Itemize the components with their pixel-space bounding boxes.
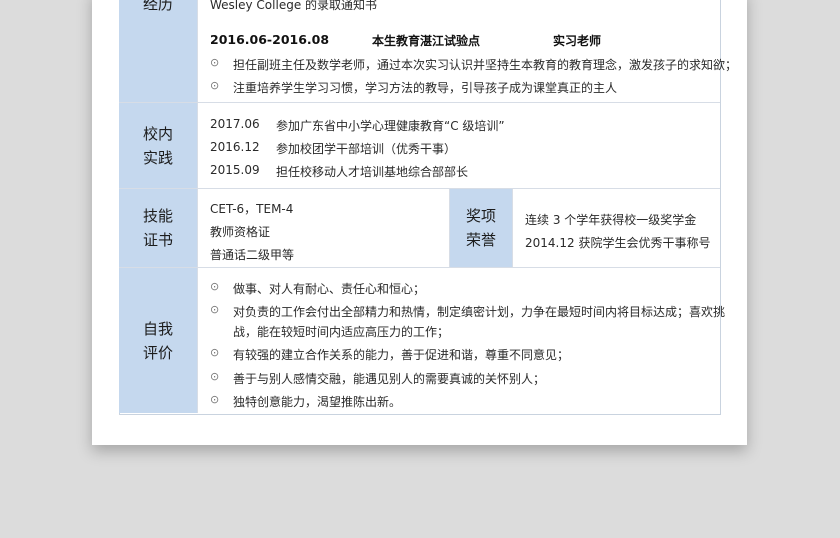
section-label-campus: 校内 实践 <box>119 103 197 188</box>
experience-period: 2016.06-2016.08 <box>210 32 330 47</box>
skill-item: CET-6，TEM-4 <box>210 202 294 216</box>
bullet-icon: ⊙ <box>210 303 220 316</box>
skill-item: 普通话二级甲等 <box>210 248 295 262</box>
self-eval-label-1: 自我 <box>142 319 173 338</box>
self-eval-bullet: 对负责的工作会付出全部精力和热情，制定缜密计划，力争在最短时间内将目标达成；喜欢… <box>233 305 726 319</box>
row-divider <box>119 102 720 103</box>
award-item: 2014.12 获院学生会优秀干事称号 <box>525 236 711 250</box>
campus-date: 2016.12 <box>210 140 260 154</box>
awards-label-1: 奖项 <box>465 207 496 225</box>
campus-label-2: 实践 <box>142 148 173 167</box>
bullet-icon: ⊙ <box>210 393 220 406</box>
column-divider <box>197 0 198 413</box>
experience-bullet: 担任副班主任及数学老师，通过本次实习认识并坚持生本教育的教育理念，激发孩子的求知… <box>233 58 738 72</box>
bullet-icon: ⊙ <box>210 346 220 359</box>
self-eval-label-2: 评价 <box>142 343 173 362</box>
column-divider <box>449 189 450 267</box>
campus-desc: 担任校移动人才培训基地综合部部长 <box>276 165 469 179</box>
experience-org: 本生教育湛江试验点 <box>372 34 481 48</box>
bullet-icon: ⊙ <box>210 56 220 69</box>
skill-item: 教师资格证 <box>210 225 271 239</box>
campus-label-1: 校内 <box>142 124 173 143</box>
self-eval-bullet: 善于与别人感情交融，能遇见别人的需要真诚的关怀别人； <box>233 372 546 386</box>
skills-label-1: 技能 <box>142 207 173 225</box>
section-label-awards: 奖项 荣誉 <box>450 189 512 267</box>
self-eval-bullet: 做事、对人有耐心、责任心和恒心； <box>233 282 426 296</box>
row-divider <box>119 267 720 268</box>
campus-date: 2017.06 <box>210 117 260 131</box>
awards-label-2: 荣誉 <box>465 231 496 249</box>
experience-partial-line: Wesley College 的录取通知书 <box>210 0 378 12</box>
section-label-self-eval: 自我 评价 <box>119 268 197 413</box>
self-eval-bullet: 有较强的建立合作关系的能力，善于促进和谐，尊重不同意见； <box>233 348 570 362</box>
bullet-icon: ⊙ <box>210 79 220 92</box>
row-divider <box>119 188 720 189</box>
section-label-experience: 经历 <box>119 0 197 102</box>
section-label-skills: 技能 证书 <box>119 189 197 267</box>
self-eval-bullet-continued: 战，能在较短时间内适应高压力的工作； <box>233 325 450 339</box>
skills-label-2: 证书 <box>142 231 173 249</box>
campus-desc: 参加校团学干部培训（优秀干事） <box>276 142 457 156</box>
column-divider <box>512 189 513 267</box>
campus-desc: 参加广东省中小学心理健康教育“C 级培训” <box>276 119 505 133</box>
bullet-icon: ⊙ <box>210 280 220 293</box>
experience-label: 经历 <box>142 0 173 13</box>
bullet-icon: ⊙ <box>210 370 220 383</box>
self-eval-bullet: 独特创意能力，渴望推陈出新。 <box>233 395 402 409</box>
experience-bullet: 注重培养学生学习习惯，学习方法的教导，引导孩子成为课堂真正的主人 <box>233 81 618 95</box>
experience-role: 实习老师 <box>553 34 602 48</box>
award-item: 连续 3 个学年获得校一级奖学金 <box>525 213 697 227</box>
campus-date: 2015.09 <box>210 163 260 177</box>
